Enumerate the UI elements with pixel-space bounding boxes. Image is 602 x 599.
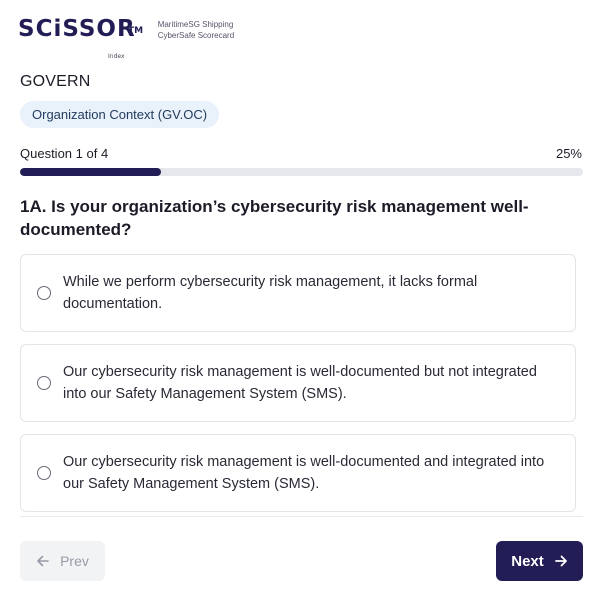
brand-tagline-line1: MaritimeSG Shipping <box>157 20 234 29</box>
question-text: 1A. Is your organization’s cybersecurity… <box>20 197 529 239</box>
answer-option-label: Our cybersecurity risk management is wel… <box>63 364 537 402</box>
radio-icon[interactable] <box>37 466 51 480</box>
brand-sub: Index <box>108 53 125 60</box>
prev-button[interactable]: Prev <box>20 541 105 581</box>
answer-option-3[interactable]: Our cybersecurity risk management is wel… <box>20 434 576 512</box>
answer-option-2[interactable]: Our cybersecurity risk management is wel… <box>20 344 576 422</box>
next-button-label: Next <box>511 552 544 570</box>
answer-option-1[interactable]: While we perform cybersecurity risk mana… <box>20 254 576 332</box>
category-badge: Organization Context (GV.OC) <box>20 101 220 128</box>
section-title: GOVERN <box>20 73 91 90</box>
next-button[interactable]: Next <box>496 541 583 581</box>
progress-label: Question 1 of 4 <box>20 146 109 161</box>
arrow-left-icon <box>37 555 49 567</box>
progress-bar <box>20 168 583 176</box>
answer-options: While we perform cybersecurity risk mana… <box>20 254 576 524</box>
radio-icon[interactable] <box>37 376 51 390</box>
brand-wordmark: SCiSSOR <box>18 16 136 42</box>
arrow-right-icon <box>554 555 567 567</box>
footer-divider <box>20 516 583 517</box>
brand-header: SCiSSOR TM Index MaritimeSG Shipping Cyb… <box>18 14 234 60</box>
brand-logo: SCiSSOR TM Index <box>18 14 143 60</box>
prev-button-label: Prev <box>60 553 89 569</box>
brand-tagline-line2: CyberSafe Scorecard <box>157 31 235 40</box>
brand-tagline: MaritimeSG Shipping CyberSafe Scorecard <box>158 19 234 41</box>
progress-percent: 25% <box>555 146 582 161</box>
scorecard-page: SCiSSOR TM Index MaritimeSG Shipping Cyb… <box>0 0 602 599</box>
answer-option-label: While we perform cybersecurity risk mana… <box>63 274 478 312</box>
brand-trademark: TM <box>128 26 144 36</box>
radio-icon[interactable] <box>37 286 51 300</box>
answer-option-label: Our cybersecurity risk management is wel… <box>63 454 545 492</box>
progress-bar-fill <box>20 168 161 176</box>
